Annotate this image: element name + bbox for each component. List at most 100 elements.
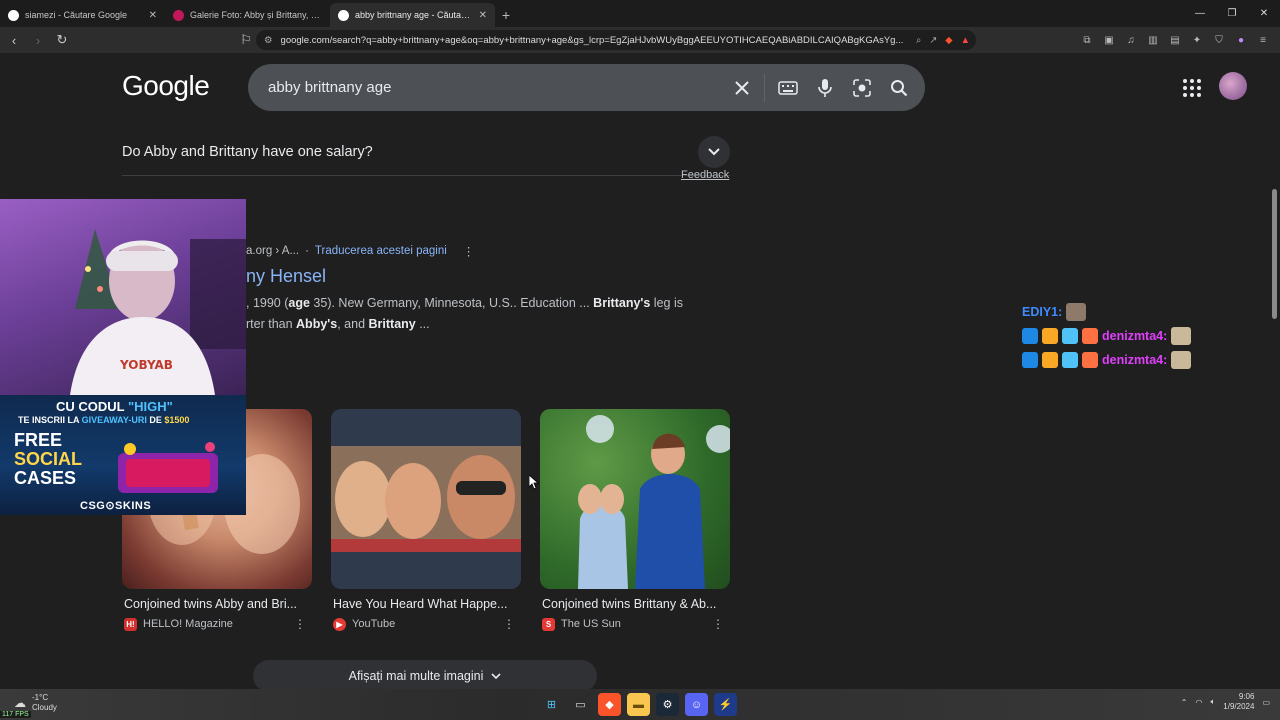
chat-message: EDIY1: bbox=[1022, 300, 1191, 324]
badge-icon bbox=[1022, 328, 1038, 344]
card-source: S The US Sun ⋮ bbox=[540, 617, 730, 631]
more-options-icon[interactable]: ⋮ bbox=[503, 617, 515, 631]
result-title[interactable]: ny Hensel bbox=[246, 266, 326, 287]
show-more-images-button[interactable]: Afișați mai multe imagini bbox=[253, 660, 597, 692]
chevron-down-icon bbox=[491, 672, 501, 679]
feedback-link[interactable]: Feedback bbox=[681, 169, 729, 181]
extension-icon[interactable]: ▣ bbox=[1100, 30, 1118, 50]
card-title[interactable]: Conjoined twins Abby and Bri... bbox=[122, 597, 312, 611]
search-icon[interactable] bbox=[880, 69, 917, 106]
system-tray: ⌃ ◠ 🔈︎ 9:06 1/9/2024 ▭ bbox=[1181, 692, 1270, 712]
more-options-icon[interactable]: ⋮ bbox=[294, 617, 306, 631]
app-icon[interactable]: ⚡ bbox=[714, 693, 737, 716]
scrollbar-thumb[interactable] bbox=[1272, 189, 1277, 319]
tab-title: Galerie Foto: Abby și Brittany, gemen bbox=[190, 10, 322, 20]
paa-question: Do Abby and Brittany have one salary? bbox=[122, 143, 373, 160]
site-settings-icon[interactable]: ⚙ bbox=[264, 35, 273, 46]
result-url[interactable]: a.org › A... bbox=[246, 245, 299, 257]
close-window-icon[interactable]: ✕ bbox=[1248, 0, 1280, 27]
image-card[interactable]: Have You Heard What Happe... ▶ YouTube ⋮ bbox=[331, 409, 521, 631]
volume-icon[interactable]: 🔈︎ bbox=[1210, 697, 1215, 707]
close-tab-icon[interactable]: ✕ bbox=[479, 10, 487, 21]
search-input[interactable]: abby brittnany age bbox=[268, 79, 723, 96]
more-options-icon[interactable]: ⋮ bbox=[712, 617, 724, 631]
card-title[interactable]: Conjoined twins Brittany & Ab... bbox=[540, 597, 730, 611]
card-title[interactable]: Have You Heard What Happe... bbox=[331, 597, 521, 611]
google-logo[interactable]: Google bbox=[122, 70, 210, 102]
profile-icon[interactable]: ● bbox=[1232, 30, 1250, 50]
robot-badge-icon bbox=[1062, 352, 1078, 368]
chevron-down-icon[interactable] bbox=[698, 135, 730, 168]
card-source: ▶ YouTube ⋮ bbox=[331, 617, 521, 631]
window-controls: — ❐ ✕ bbox=[1184, 0, 1280, 27]
tab-abby-brittnany-age[interactable]: abby brittnany age - Căutare Go ✕ bbox=[330, 3, 495, 27]
the-us-sun-logo-icon: S bbox=[542, 617, 555, 631]
youtube-logo-icon: ▶ bbox=[333, 617, 346, 631]
wallet-icon[interactable]: ▤ bbox=[1166, 30, 1184, 50]
minimize-icon[interactable]: — bbox=[1184, 0, 1216, 27]
brave-rewards-icon[interactable]: ▲ bbox=[961, 35, 970, 46]
result-image[interactable] bbox=[540, 409, 730, 589]
vpn-icon[interactable]: ⛉ bbox=[1210, 30, 1228, 50]
result-citation: a.org › A... · Traducerea acestei pagini… bbox=[246, 244, 474, 258]
leo-icon[interactable]: ✦ bbox=[1188, 30, 1206, 50]
browser-toolbar: ‹ › ↻ ⚐ ⚙ google.com/search?q=abby+britt… bbox=[0, 27, 1280, 53]
svg-text:YOBYAB: YOBYAB bbox=[119, 358, 173, 372]
media-icon[interactable]: ♫ bbox=[1122, 30, 1140, 50]
avatar[interactable] bbox=[1219, 72, 1247, 100]
task-view-icon[interactable]: ▭ bbox=[569, 693, 592, 716]
brave-browser-icon[interactable]: ◆ bbox=[598, 693, 621, 716]
promo-headline: CU CODUL "HIGH" bbox=[56, 399, 173, 414]
emote-icon bbox=[1171, 351, 1192, 369]
more-options-icon[interactable]: ⋮ bbox=[463, 244, 475, 258]
search-box[interactable]: abby brittnany age bbox=[248, 64, 925, 111]
chat-username: denizmta4: bbox=[1102, 329, 1168, 343]
date: 1/9/2024 bbox=[1223, 702, 1255, 711]
clear-icon[interactable] bbox=[723, 69, 760, 106]
extensions-icon[interactable]: ⧉ bbox=[1078, 30, 1096, 50]
windows-start-icon[interactable]: ⊞ bbox=[540, 693, 563, 716]
forward-icon[interactable]: › bbox=[28, 30, 48, 50]
mouse-cursor-icon bbox=[529, 475, 539, 490]
card-source: H! HELLO! Magazine ⋮ bbox=[122, 617, 312, 631]
restore-icon[interactable]: ❐ bbox=[1216, 0, 1248, 27]
bookmark-icon[interactable]: ⚐ bbox=[236, 30, 256, 50]
clock[interactable]: 9:06 1/9/2024 bbox=[1223, 692, 1254, 712]
menu-icon[interactable]: ≡ bbox=[1254, 30, 1272, 50]
weather-widget[interactable]: ☁ -1°C Cloudy bbox=[14, 693, 57, 713]
robot-badge-icon bbox=[1062, 328, 1078, 344]
page-scrollbar[interactable] bbox=[1270, 53, 1280, 689]
source-name: YouTube bbox=[352, 618, 396, 630]
case-graphic-icon bbox=[118, 442, 218, 493]
microphone-icon[interactable] bbox=[806, 69, 843, 106]
lens-icon[interactable] bbox=[843, 69, 880, 106]
url-text: google.com/search?q=abby+brittnany+age&o… bbox=[280, 34, 904, 46]
discord-icon[interactable]: ☺ bbox=[685, 693, 708, 716]
chevron-up-icon[interactable]: ⌃ bbox=[1181, 698, 1188, 707]
new-tab-button[interactable]: + bbox=[495, 3, 517, 27]
image-card[interactable]: Conjoined twins Brittany & Ab... S The U… bbox=[540, 409, 730, 631]
translate-link[interactable]: Traducerea acestei pagini bbox=[315, 245, 447, 257]
keyboard-icon[interactable] bbox=[769, 69, 806, 106]
network-icon[interactable]: ◠ bbox=[1196, 698, 1203, 707]
back-icon[interactable]: ‹ bbox=[4, 30, 24, 50]
notifications-icon[interactable]: ▭ bbox=[1262, 698, 1270, 707]
brave-shield-icon[interactable]: ◆ bbox=[945, 35, 952, 46]
address-bar[interactable]: ⚙ google.com/search?q=abby+brittnany+age… bbox=[256, 30, 976, 50]
share-icon[interactable]: ↗ bbox=[929, 35, 937, 46]
close-tab-icon[interactable]: ✕ bbox=[149, 10, 157, 21]
reload-icon[interactable]: ↻ bbox=[52, 30, 72, 50]
csgoskins-logo: CSG⊙SKINS bbox=[80, 500, 152, 512]
tab-siamezi[interactable]: siamezi - Căutare Google ✕ bbox=[0, 3, 165, 27]
sidebar-icon[interactable]: ▥ bbox=[1144, 30, 1162, 50]
zoom-icon[interactable]: ⌕ bbox=[916, 35, 921, 46]
people-also-ask-item[interactable]: Do Abby and Brittany have one salary? bbox=[122, 128, 730, 176]
steam-icon[interactable]: ⚙ bbox=[656, 693, 679, 716]
tab-title: abby brittnany age - Căutare Go bbox=[355, 10, 473, 20]
google-favicon-icon bbox=[8, 9, 19, 21]
source-name: HELLO! Magazine bbox=[143, 618, 233, 630]
file-explorer-icon[interactable]: ▬ bbox=[627, 693, 650, 716]
google-apps-icon[interactable] bbox=[1180, 76, 1204, 100]
tab-galerie-foto[interactable]: Galerie Foto: Abby și Brittany, gemen bbox=[165, 3, 330, 27]
result-image[interactable] bbox=[331, 409, 521, 589]
